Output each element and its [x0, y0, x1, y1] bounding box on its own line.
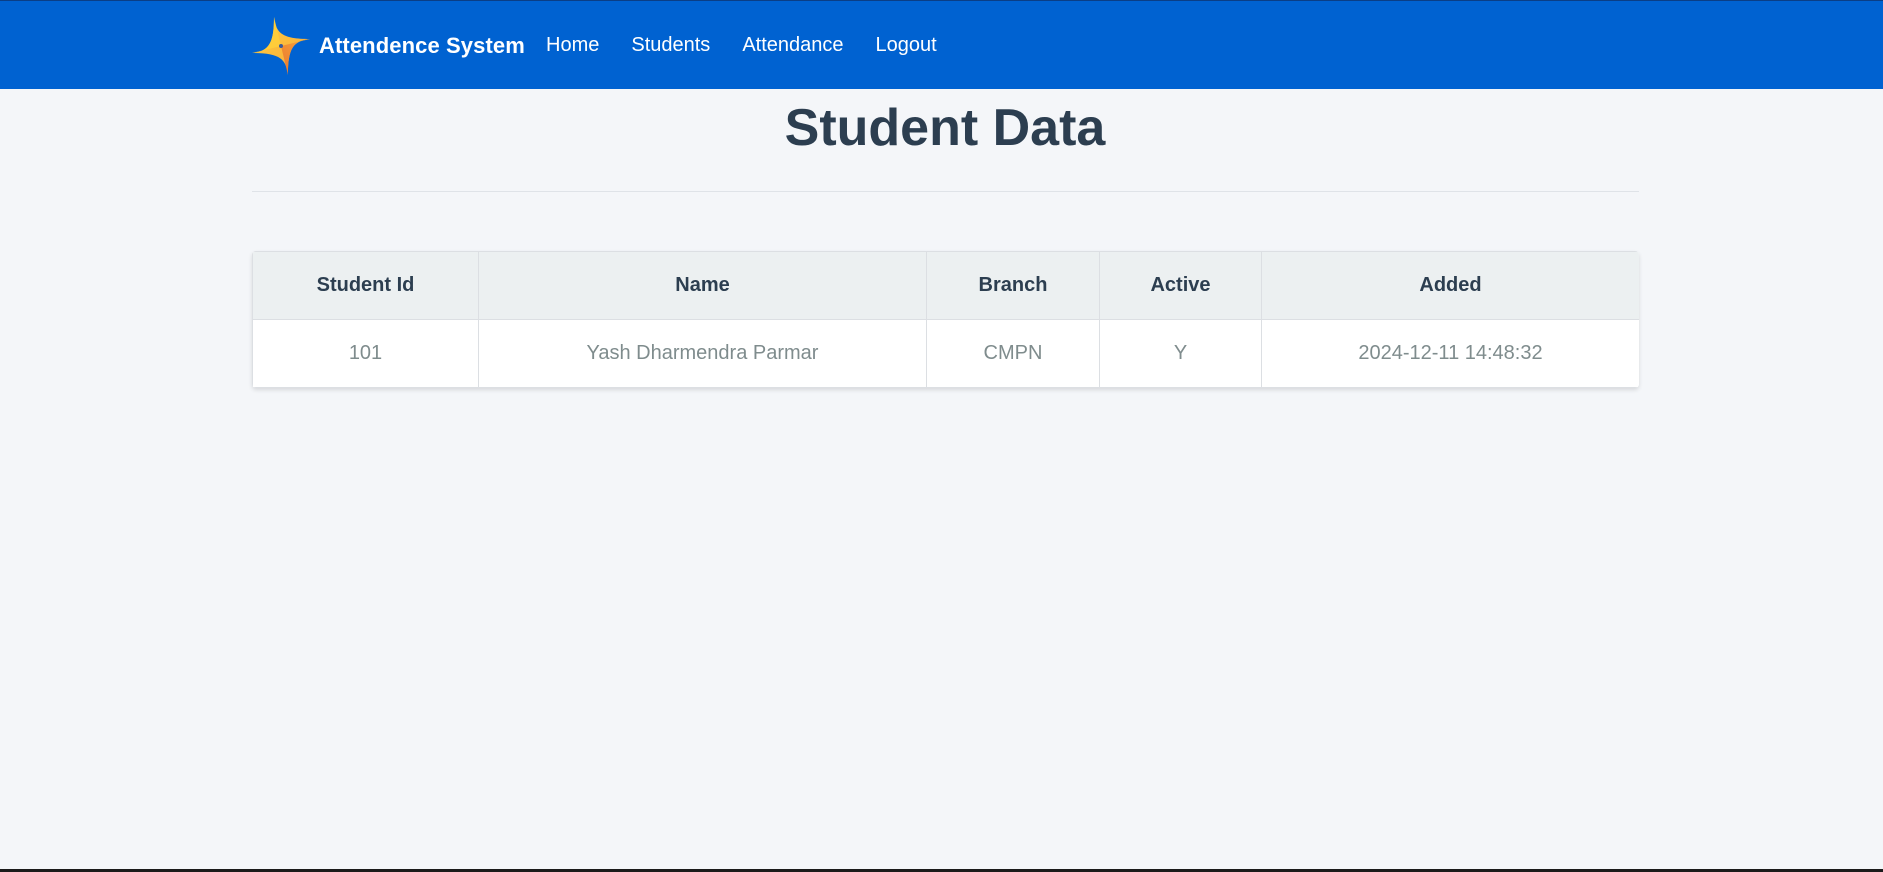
cell-active: Y [1099, 319, 1262, 388]
column-header-branch: Branch [926, 251, 1100, 320]
column-header-active: Active [1099, 251, 1262, 320]
cell-branch: CMPN [926, 319, 1100, 388]
cell-student-id: 101 [252, 319, 479, 388]
table-header-row: Student Id Name Branch Active Added [252, 251, 1639, 320]
cell-name: Yash Dharmendra Parmar [478, 319, 927, 388]
nav-link-logout[interactable]: Logout [876, 30, 937, 60]
brand[interactable]: Attendence System [252, 17, 525, 75]
sparkle-star-logo-icon [252, 17, 310, 75]
nav-link-attendance[interactable]: Attendance [742, 30, 843, 60]
nav-links: Home Students Attendance Logout [546, 30, 969, 60]
page-title: Student Data [784, 99, 1106, 157]
column-header-name: Name [478, 251, 927, 320]
nav-link-home[interactable]: Home [546, 30, 599, 60]
column-header-student-id: Student Id [252, 251, 479, 320]
brand-name: Attendence System [319, 33, 525, 58]
table-row: 101 Yash Dharmendra Parmar CMPN Y 2024-1… [252, 319, 1639, 388]
divider [252, 191, 1639, 192]
student-table-container: Student Id Name Branch Active Added 101 … [252, 251, 1639, 388]
nav-link-students[interactable]: Students [631, 30, 710, 60]
cell-added: 2024-12-11 14:48:32 [1261, 319, 1639, 388]
student-table: Student Id Name Branch Active Added 101 … [252, 251, 1639, 388]
top-navbar: Attendence System Home Students Attendan… [0, 0, 1883, 89]
column-header-added: Added [1261, 251, 1639, 320]
